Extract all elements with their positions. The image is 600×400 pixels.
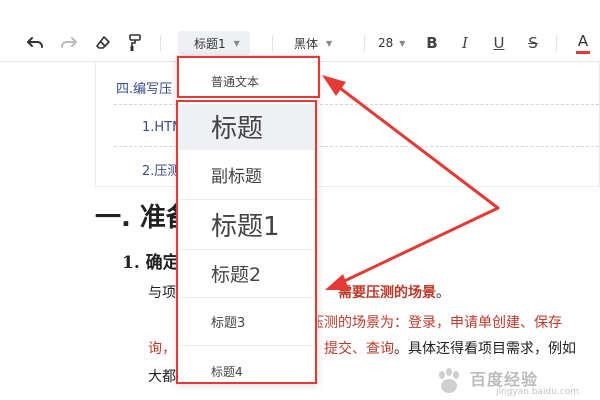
paragraph-text: 大都 xyxy=(148,369,176,385)
italic-button[interactable]: I xyxy=(455,32,475,54)
paragraph-style-select[interactable]: 标题1 ▼ xyxy=(178,31,250,55)
font-family-select[interactable]: 黑体 ▼ xyxy=(294,31,354,55)
watermark: 百度经验 jingyan.baidu.com xyxy=(426,364,596,398)
underline-button[interactable]: U xyxy=(489,32,509,54)
clear-format-eraser-icon[interactable] xyxy=(92,32,114,54)
bold-button[interactable]: B xyxy=(422,32,442,54)
paragraph-line[interactable]: 大都 xyxy=(148,366,176,386)
highlighted-text: 提交、查询 xyxy=(324,341,394,357)
paragraph-text: 。具体还得看项目需求，例如 xyxy=(394,341,576,357)
font-family-value: 黑体 xyxy=(294,36,319,51)
toolbar-divider xyxy=(556,35,557,51)
font-size-value: 28 xyxy=(378,36,394,50)
paragraph-style-value: 标题1 xyxy=(194,36,226,51)
paw-logo-icon xyxy=(439,368,459,393)
paragraph-text: 。 xyxy=(436,285,450,301)
dropdown-item-heading-2[interactable]: 标题2 xyxy=(177,250,317,298)
dropdown-item-heading-4[interactable]: 标题4 xyxy=(177,346,317,384)
annotation-arrow-line xyxy=(334,206,500,287)
undo-icon[interactable] xyxy=(24,32,46,54)
dropdown-item-heading-3[interactable]: 标题3 xyxy=(177,298,317,346)
paragraph-text: 与项 xyxy=(148,285,176,301)
dropdown-item-normal-text[interactable]: 普通文本 xyxy=(177,64,317,98)
font-color-label: A xyxy=(577,32,589,50)
font-color-button[interactable]: A xyxy=(574,32,592,56)
paragraph-style-dropdown: 普通文本 标题 副标题 标题1 标题2 标题3 标题4 xyxy=(176,55,318,384)
chevron-down-icon: ▼ xyxy=(326,38,333,48)
font-size-select[interactable]: 28 ▼ xyxy=(378,31,412,55)
dropdown-item-title[interactable]: 标题 xyxy=(177,104,317,150)
highlighted-text: 需要压测的场景 xyxy=(338,285,436,301)
chevron-down-icon: ▼ xyxy=(399,38,406,48)
watermark-url: jingyan.baidu.com xyxy=(496,387,580,397)
editor-toolbar: 标题1 ▼ 黑体 ▼ 28 ▼ B I U S A xyxy=(0,0,600,62)
format-painter-icon[interactable] xyxy=(124,32,146,54)
chevron-down-icon: ▼ xyxy=(233,38,240,48)
dropdown-item-heading-1[interactable]: 标题1 xyxy=(177,200,317,250)
toolbar-divider xyxy=(364,35,365,51)
table-of-contents: 四.编写压 1.HTM 2.压测 xyxy=(95,62,600,187)
highlighted-text: 压测的场景为： xyxy=(310,315,408,331)
highlighted-text: 登录，申请单创建、保存 xyxy=(408,315,562,331)
toc-item[interactable]: 2.压测 xyxy=(142,160,180,179)
toc-item[interactable]: 四.编写压 xyxy=(116,78,172,97)
strikethrough-button[interactable]: S xyxy=(523,32,543,54)
dropdown-item-subtitle[interactable]: 副标题 xyxy=(177,150,317,200)
highlighted-text: 询， xyxy=(148,341,176,357)
toolbar-divider xyxy=(160,35,161,51)
font-color-swatch xyxy=(576,51,590,54)
redo-icon[interactable] xyxy=(58,32,80,54)
toolbar-divider xyxy=(272,35,273,51)
document-heading-2[interactable]: 1. 确定 xyxy=(122,248,180,273)
